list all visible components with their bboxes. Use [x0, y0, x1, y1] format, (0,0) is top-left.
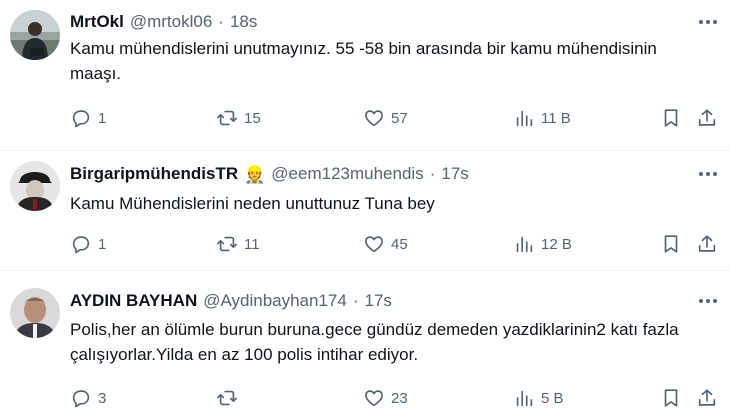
like-button[interactable]: 45	[363, 230, 408, 258]
tweet[interactable]: MrtOkl @mrtokl06 · 18s Kamu mühendisleri…	[0, 0, 730, 150]
tweet-header: AYDIN BAYHAN @Aydinbayhan174 · 17s	[70, 288, 392, 314]
reply-icon	[72, 236, 90, 254]
reply-count: 3	[98, 389, 107, 407]
views-icon	[516, 390, 533, 407]
view-count: 11 B	[541, 109, 571, 127]
more-icon[interactable]	[696, 289, 720, 313]
action-bar: 1 11 45 12 B	[0, 230, 730, 258]
bookmark-button[interactable]	[660, 230, 682, 258]
user-handle[interactable]: @mrtokl06	[130, 12, 212, 32]
separator-dot: ·	[352, 291, 359, 310]
avatar[interactable]	[10, 10, 60, 60]
bookmark-icon	[664, 235, 678, 253]
share-icon	[698, 389, 716, 406]
retweet-icon	[217, 236, 237, 252]
avatar[interactable]	[10, 288, 60, 338]
tweet-text: Kamu mühendislerini unutmayınız. 55 -58 …	[70, 39, 657, 83]
action-bar: 3 23 5 B	[0, 384, 730, 412]
bookmark-icon	[664, 389, 678, 407]
display-name[interactable]: BirgaripmühendisTR	[70, 164, 238, 184]
like-count: 23	[391, 389, 408, 407]
views-button[interactable]: 11 B	[513, 104, 571, 132]
share-button[interactable]	[696, 230, 718, 258]
views-icon	[516, 236, 533, 253]
retweet-button[interactable]: 15	[216, 104, 261, 132]
retweet-button[interactable]: 11	[216, 230, 260, 258]
user-handle[interactable]: @eem123muhendis	[271, 164, 423, 184]
retweet-count: 11	[244, 235, 260, 253]
share-button[interactable]	[696, 384, 718, 412]
bookmark-button[interactable]	[660, 104, 682, 132]
retweet-count: 15	[244, 109, 261, 127]
view-count: 12 B	[541, 235, 572, 253]
tweet-header: MrtOkl @mrtokl06 · 18s	[70, 9, 257, 35]
reply-button[interactable]: 1	[70, 104, 106, 132]
tweet-text: Polis,her an ölümle burun buruna.gece gü…	[70, 320, 679, 364]
share-icon	[698, 109, 716, 126]
like-count: 45	[391, 235, 408, 253]
timestamp[interactable]: 17s	[365, 291, 392, 311]
display-name[interactable]: MrtOkl	[70, 12, 124, 32]
more-icon[interactable]	[696, 10, 720, 34]
bookmark-button[interactable]	[660, 384, 682, 412]
tweet-header: BirgaripmühendisTR 👷 @eem123muhendis · 1…	[70, 161, 469, 187]
timestamp[interactable]: 18s	[230, 12, 257, 32]
like-count: 57	[391, 109, 408, 127]
share-button[interactable]	[696, 104, 718, 132]
reply-icon	[72, 390, 90, 408]
heart-icon	[365, 110, 383, 127]
user-handle[interactable]: @Aydinbayhan174	[203, 291, 347, 311]
views-button[interactable]: 5 B	[513, 384, 564, 412]
views-button[interactable]: 12 B	[513, 230, 572, 258]
reply-icon	[72, 110, 90, 128]
heart-icon	[365, 390, 383, 407]
tweet[interactable]: AYDIN BAYHAN @Aydinbayhan174 · 17s Polis…	[0, 271, 730, 420]
action-bar: 1 15 57 11 B	[0, 104, 730, 132]
reply-count: 1	[98, 109, 107, 127]
share-icon	[698, 235, 716, 252]
timestamp[interactable]: 17s	[441, 164, 468, 184]
bookmark-icon	[664, 109, 678, 127]
retweet-icon	[217, 110, 237, 126]
retweet-icon	[217, 390, 237, 406]
tweet[interactable]: BirgaripmühendisTR 👷 @eem123muhendis · 1…	[0, 151, 730, 270]
tweet-text: Kamu Mühendislerini neden unuttunuz Tuna…	[70, 194, 435, 213]
separator-dot: ·	[429, 164, 436, 183]
heart-icon	[365, 236, 383, 253]
more-icon[interactable]	[696, 162, 720, 186]
retweet-button[interactable]	[216, 384, 244, 412]
separator-dot: ·	[218, 12, 224, 31]
worker-badge-icon: 👷	[244, 164, 266, 184]
display-name[interactable]: AYDIN BAYHAN	[70, 291, 197, 311]
views-icon	[516, 110, 533, 127]
reply-button[interactable]: 1	[70, 230, 106, 258]
like-button[interactable]: 23	[363, 384, 408, 412]
avatar[interactable]	[10, 161, 60, 211]
reply-count: 1	[98, 235, 107, 253]
like-button[interactable]: 57	[363, 104, 408, 132]
view-count: 5 B	[541, 389, 564, 407]
reply-button[interactable]: 3	[70, 384, 106, 412]
